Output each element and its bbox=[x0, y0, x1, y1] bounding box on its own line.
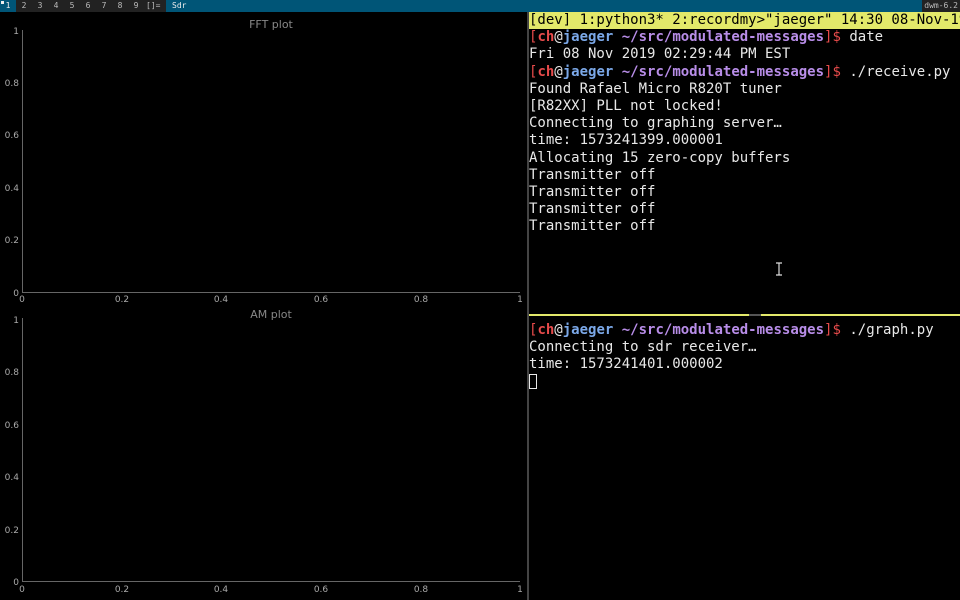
layout-symbol[interactable]: []= bbox=[146, 0, 160, 12]
tag-3[interactable]: 3 bbox=[32, 0, 48, 12]
tmux-status-line: [dev] 1:python3* 2:recordmy>"jaeger" 14:… bbox=[529, 12, 960, 30]
am-plot-title: AM plot bbox=[250, 308, 292, 321]
prompt-at: @ bbox=[554, 29, 563, 46]
fft-ytick: 0.8 bbox=[5, 79, 20, 89]
prompt-path: ~/src/modulated-messages bbox=[621, 322, 825, 338]
command-text: date bbox=[849, 29, 884, 46]
cursor-line bbox=[529, 373, 960, 391]
am-plot-panel: AM plot 1 0.8 0.6 0.4 0.2 0 0 0.2 0.4 0.… bbox=[0, 304, 527, 600]
fft-plot-panel: FFT plot 1 0.8 0.6 0.4 0.2 0 0 0.2 0.4 0… bbox=[0, 12, 527, 304]
am-ytick: 0.8 bbox=[5, 368, 20, 378]
command-text: ./graph.py bbox=[849, 322, 934, 338]
output-line: Transmitter off bbox=[529, 218, 656, 235]
fft-ytick: 0.4 bbox=[5, 184, 20, 194]
prompt-user: ch bbox=[537, 63, 555, 80]
prompt-line: [ch@jaeger ~/src/modulated-messages]$ ./… bbox=[529, 64, 960, 81]
output-line: Transmitter off bbox=[529, 183, 656, 200]
output-line: Connecting to graphing server… bbox=[529, 115, 782, 132]
output-line: time: 1573241401.000002 bbox=[529, 356, 723, 373]
tag-5[interactable]: 5 bbox=[64, 0, 80, 12]
output-line: Fri 08 Nov 2019 02:29:44 PM EST bbox=[529, 46, 791, 63]
am-xtick: 0.2 bbox=[115, 585, 129, 595]
output-line: Transmitter off bbox=[529, 201, 656, 218]
am-xtick: 0.8 bbox=[414, 585, 429, 595]
fft-xtick: 0.6 bbox=[314, 295, 329, 304]
prompt-path: ~/src/modulated-messages bbox=[621, 29, 825, 46]
prompt-line: [ch@jaeger ~/src/modulated-messages]$ ./… bbox=[529, 322, 960, 339]
fft-xtick: 0 bbox=[19, 295, 25, 304]
fft-xtick: 0.2 bbox=[115, 295, 129, 304]
am-plot-svg: AM plot 1 0.8 0.6 0.4 0.2 0 0 0.2 0.4 0.… bbox=[5, 308, 523, 595]
prompt-path: ~/src/modulated-messages bbox=[621, 63, 825, 80]
tag-9[interactable]: 9 bbox=[128, 0, 144, 12]
am-xtick: 0.4 bbox=[214, 585, 229, 595]
prompt-at: @ bbox=[554, 63, 563, 80]
fft-plot-title: FFT plot bbox=[249, 18, 293, 31]
prompt-host: jaeger bbox=[562, 29, 614, 46]
tag-7[interactable]: 7 bbox=[96, 0, 112, 12]
output-line: time: 1573241399.000001 bbox=[529, 132, 723, 149]
am-xtick: 0 bbox=[19, 585, 25, 595]
prompt-close: ]$ bbox=[824, 63, 850, 80]
am-ytick: 0.2 bbox=[5, 526, 19, 536]
ibeam-cursor-icon bbox=[776, 262, 782, 276]
tag-6[interactable]: 6 bbox=[80, 0, 96, 12]
am-ytick: 0.6 bbox=[5, 421, 20, 431]
fft-ytick: 1 bbox=[13, 27, 19, 37]
tag-2[interactable]: 2 bbox=[16, 0, 32, 12]
am-xtick: 1 bbox=[517, 585, 523, 595]
tag-1[interactable]: 1 bbox=[0, 0, 16, 12]
tag-8[interactable]: 8 bbox=[112, 0, 128, 12]
status-text: dwm-6.2 bbox=[924, 1, 958, 10]
fft-xtick: 1 bbox=[517, 295, 523, 304]
fft-ytick: 0.2 bbox=[5, 236, 19, 246]
prompt-user: ch bbox=[537, 322, 555, 338]
am-ytick: 0.4 bbox=[5, 473, 20, 483]
am-xtick: 0.6 bbox=[314, 585, 329, 595]
prompt-host: jaeger bbox=[562, 63, 614, 80]
terminal-pane-bottom[interactable]: [ch@jaeger ~/src/modulated-messages]$ ./… bbox=[529, 316, 960, 600]
output-line: Found Rafael Micro R820T tuner bbox=[529, 80, 782, 97]
window-title: Sdr bbox=[166, 0, 922, 12]
tag-4[interactable]: 4 bbox=[48, 0, 64, 12]
fft-xtick: 0.8 bbox=[414, 295, 429, 304]
prompt-host: jaeger bbox=[562, 322, 614, 338]
fft-xtick: 0.4 bbox=[214, 295, 229, 304]
output-line: Transmitter off bbox=[529, 166, 656, 183]
prompt-close: ]$ bbox=[824, 29, 850, 46]
text-cursor bbox=[529, 373, 537, 389]
am-ytick: 1 bbox=[13, 316, 19, 326]
prompt-user: ch bbox=[537, 29, 555, 46]
dwm-status-bar: 1 2 3 4 5 6 7 8 9 []= Sdr dwm-6.2 bbox=[0, 0, 960, 12]
output-line: [R82XX] PLL not locked! bbox=[529, 97, 723, 114]
command-text: ./receive.py bbox=[849, 63, 951, 80]
fft-ytick: 0.6 bbox=[5, 131, 20, 141]
terminal-pane-top[interactable]: [dev] 1:python3* 2:recordmy>"jaeger" 14:… bbox=[529, 12, 960, 314]
fft-plot-svg: FFT plot 1 0.8 0.6 0.4 0.2 0 0 0.2 0.4 0… bbox=[5, 18, 523, 304]
prompt-at: @ bbox=[554, 322, 563, 338]
output-line: Allocating 15 zero-copy buffers bbox=[529, 149, 791, 166]
output-line: Connecting to sdr receiver… bbox=[529, 339, 757, 356]
prompt-close: ]$ bbox=[824, 322, 850, 338]
prompt-line: [ch@jaeger ~/src/modulated-messages]$ da… bbox=[529, 29, 960, 46]
